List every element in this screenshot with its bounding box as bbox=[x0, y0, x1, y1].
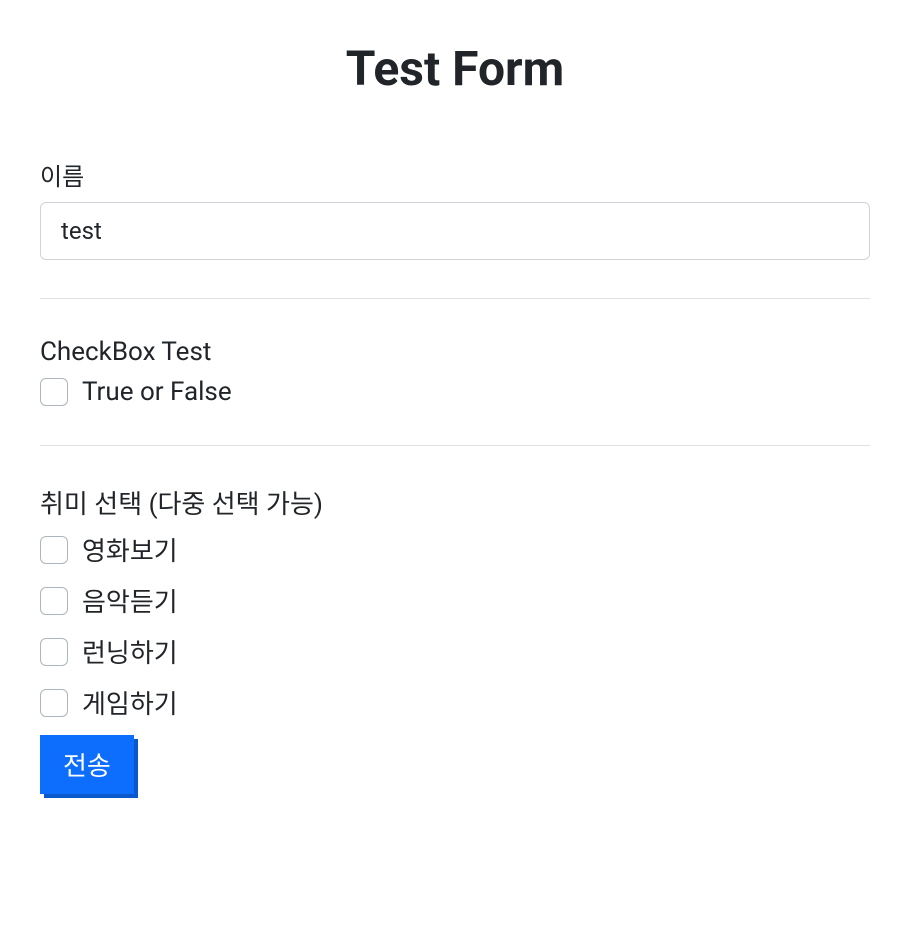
hobbies-section-label: 취미 선택 (다중 선택 가능) bbox=[40, 484, 870, 521]
hobby-checkbox-game[interactable] bbox=[40, 689, 68, 717]
hobby-checkbox-music[interactable] bbox=[40, 587, 68, 615]
hobby-row: 런닝하기 bbox=[40, 633, 870, 670]
checkbox-true-false-label[interactable]: True or False bbox=[82, 377, 232, 407]
hobby-row: 음악듣기 bbox=[40, 582, 870, 619]
hobby-label[interactable]: 런닝하기 bbox=[82, 633, 178, 670]
page-title: Test Form bbox=[40, 40, 870, 97]
name-input[interactable] bbox=[40, 202, 870, 260]
name-field-group: 이름 bbox=[40, 157, 870, 260]
name-label: 이름 bbox=[40, 157, 870, 192]
hobbies-group: 취미 선택 (다중 선택 가능) 영화보기 음악듣기 런닝하기 게임하기 전송 bbox=[40, 484, 870, 794]
divider bbox=[40, 298, 870, 299]
hobby-row: 게임하기 bbox=[40, 684, 870, 721]
submit-button[interactable]: 전송 bbox=[40, 735, 134, 794]
hobby-label[interactable]: 음악듣기 bbox=[82, 582, 178, 619]
checkbox-test-row: True or False bbox=[40, 377, 870, 407]
hobby-label[interactable]: 영화보기 bbox=[82, 531, 178, 568]
checkbox-true-false[interactable] bbox=[40, 378, 68, 406]
hobby-label[interactable]: 게임하기 bbox=[82, 684, 178, 721]
checkbox-test-group: CheckBox Test True or False bbox=[40, 337, 870, 407]
checkbox-test-section-label: CheckBox Test bbox=[40, 337, 870, 367]
hobby-row: 영화보기 bbox=[40, 531, 870, 568]
hobby-checkbox-movie[interactable] bbox=[40, 536, 68, 564]
divider bbox=[40, 445, 870, 446]
hobby-checkbox-running[interactable] bbox=[40, 638, 68, 666]
